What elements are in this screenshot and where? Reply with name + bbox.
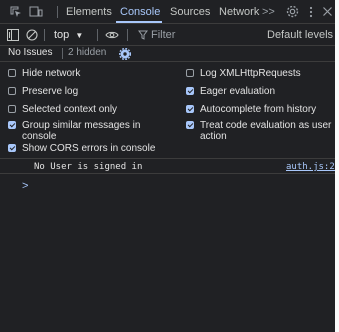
issues-count[interactable]: No Issues bbox=[8, 47, 52, 58]
chevron-down-icon: ▼ bbox=[75, 31, 84, 40]
settings-gear-icon[interactable] bbox=[286, 5, 299, 18]
device-toolbar-icon[interactable] bbox=[29, 6, 43, 18]
toolbar-separator bbox=[97, 29, 98, 41]
tab-network[interactable]: Network bbox=[219, 6, 259, 18]
log-levels-label: Default levels bbox=[267, 29, 334, 41]
clear-console-icon[interactable] bbox=[26, 29, 38, 41]
toolbar-separator bbox=[127, 29, 128, 41]
log-xhr-label: Log XMLHttpRequests bbox=[200, 68, 301, 79]
page-edge bbox=[335, 0, 339, 332]
tab-separator bbox=[57, 6, 58, 18]
preserve-log-label: Preserve log bbox=[22, 86, 79, 97]
console-prompt[interactable]: > bbox=[22, 180, 28, 192]
live-expression-eye-icon[interactable] bbox=[105, 29, 119, 41]
log-levels-dropdown[interactable]: Default levels ▼ bbox=[267, 29, 339, 41]
more-tabs-button[interactable]: >> bbox=[262, 6, 275, 18]
context-selector-label: top bbox=[54, 29, 70, 41]
treat-code-label: Treat code evaluation as user action bbox=[200, 120, 332, 142]
devtools-tab-bar: Elements Console Sources Network >> bbox=[0, 0, 335, 24]
active-tab-indicator bbox=[116, 21, 162, 23]
show-cors-label: Show CORS errors in console bbox=[22, 143, 156, 154]
group-similar-label: Group similar messages in console bbox=[22, 120, 141, 142]
console-message-source-link[interactable]: auth.js:20 bbox=[286, 162, 339, 172]
hidden-issues-count: 2 hidden bbox=[68, 47, 107, 58]
hide-network-label: Hide network bbox=[22, 68, 81, 79]
issues-bar: No Issues 2 hidden bbox=[0, 46, 335, 62]
eager-evaluation-checkbox[interactable] bbox=[186, 87, 194, 95]
group-similar-checkbox[interactable] bbox=[8, 121, 16, 129]
console-settings-gear-icon[interactable] bbox=[118, 47, 132, 61]
selected-context-checkbox[interactable] bbox=[8, 105, 16, 113]
kebab-menu-icon[interactable] bbox=[309, 6, 321, 18]
show-cors-checkbox[interactable] bbox=[8, 144, 16, 152]
filter-input[interactable]: Filter bbox=[151, 29, 175, 41]
autocomplete-checkbox[interactable] bbox=[186, 105, 194, 113]
eager-evaluation-label: Eager evaluation bbox=[200, 86, 276, 97]
selected-context-label: Selected context only bbox=[22, 104, 118, 115]
log-xhr-checkbox[interactable] bbox=[186, 69, 194, 77]
close-icon[interactable] bbox=[322, 6, 334, 18]
preserve-log-checkbox[interactable] bbox=[8, 87, 16, 95]
inspect-element-icon[interactable] bbox=[10, 6, 22, 18]
tab-console[interactable]: Console bbox=[120, 6, 160, 18]
filter-icon bbox=[138, 30, 150, 42]
issues-separator bbox=[62, 48, 63, 59]
console-toolbar: top ▼ Filter Default levels ▼ bbox=[0, 24, 339, 46]
context-selector[interactable]: top ▼ bbox=[54, 29, 83, 41]
devtools-panel: Elements Console Sources Network >> top … bbox=[0, 0, 339, 332]
tab-elements[interactable]: Elements bbox=[66, 6, 112, 18]
console-message-row: No User is signed in auth.js:20 bbox=[0, 160, 339, 174]
tab-sources[interactable]: Sources bbox=[170, 6, 210, 18]
console-settings-panel: Hide network Preserve log Selected conte… bbox=[0, 62, 335, 159]
sidebar-toggle-icon[interactable] bbox=[7, 29, 19, 41]
toolbar-separator bbox=[44, 29, 45, 41]
treat-code-checkbox[interactable] bbox=[186, 121, 194, 129]
console-message-text: No User is signed in bbox=[34, 162, 143, 172]
autocomplete-label: Autocomplete from history bbox=[200, 104, 317, 115]
hide-network-checkbox[interactable] bbox=[8, 69, 16, 77]
